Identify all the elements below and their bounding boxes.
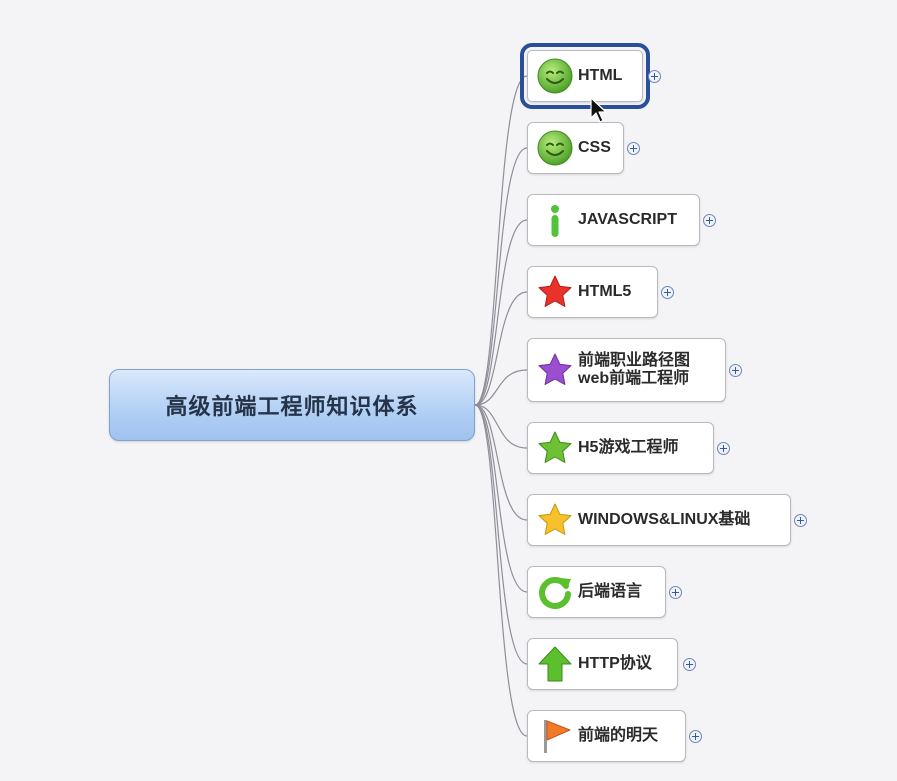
central-topic[interactable]: 高级前端工程师知识体系 (109, 369, 475, 441)
expand-button[interactable] (627, 142, 640, 155)
up-arrow-icon (538, 646, 572, 682)
refresh-icon (539, 577, 571, 609)
expand-button[interactable] (729, 364, 742, 377)
connector-line (474, 75, 528, 406)
yellow-star-icon (538, 503, 572, 535)
flag-icon (544, 720, 571, 753)
expand-button[interactable] (794, 514, 807, 527)
connector-line (474, 291, 528, 406)
topic-label: JAVASCRIPT (578, 211, 677, 228)
topic-windows-linux[interactable]: WINDOWS&LINUX基础 (527, 494, 791, 546)
topic-html5[interactable]: HTML5 (527, 266, 658, 318)
expand-button[interactable] (669, 586, 682, 599)
connector-line (474, 404, 528, 737)
topic-h5-game-engineer[interactable]: H5游戏工程师 (527, 422, 714, 474)
green-star-icon (538, 431, 572, 463)
topic-label-line: web前端工程师 (578, 370, 690, 387)
topic-http-protocol[interactable]: HTTP协议 (527, 638, 678, 690)
expand-button[interactable] (689, 730, 702, 743)
topic-label: 前端的明天 (578, 727, 659, 744)
topic-label: 前端职业路径图 web前端工程师 (578, 352, 690, 388)
expand-button[interactable] (683, 658, 696, 671)
expand-button[interactable] (648, 70, 661, 83)
mouse-cursor-icon (590, 97, 607, 123)
topic-label: HTTP协议 (578, 655, 652, 672)
topic-backend-languages[interactable]: 后端语言 (527, 566, 666, 618)
topic-label: HTML5 (578, 283, 632, 300)
purple-star-icon (538, 353, 572, 385)
topic-label: H5游戏工程师 (578, 439, 679, 456)
smiley-icon (537, 58, 573, 94)
connector-line (474, 404, 528, 665)
central-topic-label: 高级前端工程师知识体系 (165, 394, 419, 419)
connector-line (474, 404, 528, 521)
smiley-icon (537, 130, 573, 166)
topic-html[interactable]: HTML (520, 43, 650, 109)
info-icon (551, 205, 559, 237)
topic-frontend-future[interactable]: 前端的明天 (527, 710, 686, 762)
topic-label: WINDOWS&LINUX基础 (578, 511, 751, 528)
topic-career-path[interactable]: 前端职业路径图 web前端工程师 (527, 338, 726, 402)
topic-label: CSS (578, 139, 611, 156)
topic-css[interactable]: CSS (527, 122, 624, 174)
connector-line (474, 147, 528, 406)
red-star-icon (538, 275, 572, 307)
mind-map-canvas: 高级前端工程师知识体系 HTML CSS JAVASCRIPT HTML5 前端… (0, 0, 897, 781)
topic-label: 后端语言 (578, 583, 643, 600)
expand-button[interactable] (703, 214, 716, 227)
topic-label: HTML (578, 67, 623, 84)
expand-button[interactable] (661, 286, 674, 299)
topic-javascript[interactable]: JAVASCRIPT (527, 194, 700, 246)
topic-label-line: 前端职业路径图 (578, 352, 691, 369)
expand-button[interactable] (717, 442, 730, 455)
